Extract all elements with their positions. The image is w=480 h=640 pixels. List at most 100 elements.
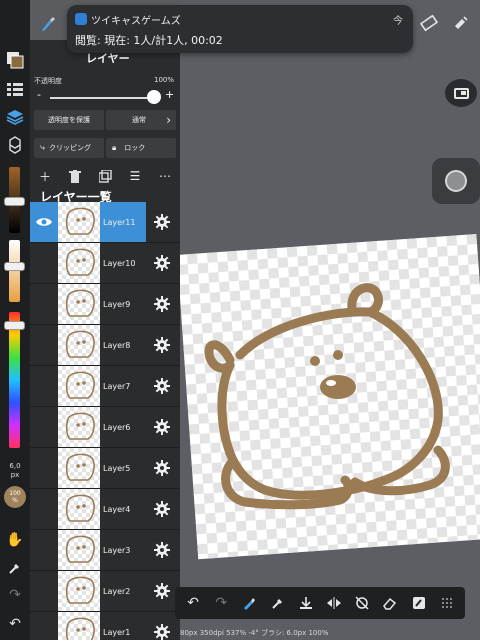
- layer-thumbnail: [58, 448, 100, 488]
- redo-icon[interactable]: ↷: [210, 592, 232, 614]
- layer-row[interactable]: Layer6: [30, 407, 180, 448]
- layer-name: Layer1: [103, 627, 131, 637]
- layer-settings-gear-icon[interactable]: [152, 417, 172, 437]
- eraser-icon[interactable]: [379, 592, 401, 614]
- opacity-slider-track[interactable]: [50, 97, 153, 99]
- layer-thumbnail: [58, 243, 100, 283]
- layer-row[interactable]: Layer10: [30, 243, 180, 284]
- left-toolbar: 6,0 px 100% ✋ ↷ ↶: [0, 0, 30, 640]
- notification-time: 今: [393, 16, 403, 27]
- layer-visibility-toggle[interactable]: [30, 366, 58, 406]
- flip-horizontal-icon[interactable]: [323, 592, 345, 614]
- opacity-decrease-button[interactable]: -: [37, 88, 41, 101]
- layer-settings-gear-icon[interactable]: [152, 253, 172, 273]
- layer-visibility-toggle[interactable]: [30, 571, 58, 611]
- brush-size-value: 6,0: [9, 462, 21, 470]
- eyedropper-icon[interactable]: [3, 556, 27, 580]
- notification-message: 閲覧: 現在: 1人/計1人, 00:02: [75, 34, 223, 47]
- layer-visibility-toggle[interactable]: [30, 325, 58, 365]
- blend-mode-select[interactable]: 通常 ›: [106, 110, 176, 130]
- materials-icon[interactable]: [3, 133, 27, 157]
- layer-row[interactable]: Layer5: [30, 448, 180, 489]
- layer-thumbnail: [58, 571, 100, 611]
- grid-menu-icon[interactable]: [436, 592, 458, 614]
- bear-drawing: [204, 283, 450, 510]
- navigator-toggle-button[interactable]: [445, 79, 477, 107]
- undo-icon[interactable]: ↶: [182, 592, 204, 614]
- lock-icon: 🔒︎: [112, 143, 117, 152]
- duplicate-layer-icon[interactable]: [96, 167, 114, 185]
- layer-settings-gear-icon[interactable]: [152, 622, 172, 640]
- layer-list-menu-icon[interactable]: ☰: [126, 167, 144, 185]
- layer-settings-gear-icon[interactable]: [152, 294, 172, 314]
- layer-row[interactable]: Layer8: [30, 325, 180, 366]
- quick-access-button[interactable]: [432, 158, 480, 204]
- hue-knob[interactable]: [4, 321, 25, 330]
- clipping-button[interactable]: ⤷ クリッピング: [34, 138, 104, 158]
- brush-opacity-value: 100: [9, 490, 21, 497]
- pen-tool-icon[interactable]: [238, 592, 260, 614]
- layer-visibility-toggle[interactable]: [30, 530, 58, 570]
- eye-icon: [35, 213, 53, 232]
- add-layer-icon[interactable]: ＋: [36, 167, 54, 185]
- edit-canvas-icon[interactable]: [408, 592, 430, 614]
- layer-row[interactable]: Layer4: [30, 489, 180, 530]
- layer-visibility-toggle[interactable]: [30, 202, 58, 242]
- layer-settings-gear-icon[interactable]: [152, 458, 172, 478]
- layer-visibility-toggle[interactable]: [30, 407, 58, 447]
- layer-settings-gear-icon[interactable]: [152, 376, 172, 396]
- layer-thumbnail: [58, 202, 100, 242]
- layer-row[interactable]: Layer1: [30, 612, 180, 640]
- layer-row[interactable]: Layer2: [30, 571, 180, 612]
- redo-icon[interactable]: ↷: [3, 583, 27, 607]
- saturation-knob[interactable]: [4, 262, 25, 271]
- layer-name: Layer10: [103, 258, 136, 268]
- layer-row[interactable]: Layer7: [30, 366, 180, 407]
- layer-row[interactable]: Layer11: [30, 202, 180, 243]
- layers-icon[interactable]: [3, 105, 27, 129]
- layer-name: Layer11: [100, 202, 146, 242]
- layer-name: Layer8: [103, 340, 131, 350]
- brightness-knob[interactable]: [4, 197, 25, 206]
- brush-opacity-unit: %: [12, 497, 18, 504]
- hand-tool-icon[interactable]: ✋: [3, 528, 27, 552]
- layer-thumbnail: [58, 530, 100, 570]
- save-download-icon[interactable]: [295, 592, 317, 614]
- saturation-bar[interactable]: [9, 240, 20, 302]
- layer-visibility-toggle[interactable]: [30, 284, 58, 324]
- protect-alpha-button[interactable]: 透明度を保護: [34, 110, 104, 130]
- more-tools-icon[interactable]: [450, 12, 472, 34]
- layers-list-icon[interactable]: [3, 78, 27, 102]
- brush-size-unit: px: [10, 471, 20, 479]
- layer-visibility-toggle[interactable]: [30, 448, 58, 488]
- layer-thumbnail: [58, 325, 100, 365]
- layer-visibility-toggle[interactable]: [30, 489, 58, 529]
- undo-icon[interactable]: ↶: [3, 612, 27, 636]
- opacity-slider-thumb[interactable]: [147, 90, 161, 104]
- layer-name: Layer6: [103, 422, 131, 432]
- lock-button[interactable]: 🔒︎ ロック: [106, 138, 176, 158]
- opacity-increase-button[interactable]: +: [165, 88, 174, 101]
- blend-mode-value: 通常: [132, 116, 146, 124]
- more-options-icon[interactable]: ⋯: [156, 167, 174, 185]
- layer-settings-gear-icon[interactable]: [152, 212, 172, 232]
- layer-settings-gear-icon[interactable]: [152, 540, 172, 560]
- layer-settings-gear-icon[interactable]: [152, 581, 172, 601]
- rotate-reset-icon[interactable]: [351, 592, 373, 614]
- notification-banner[interactable]: ツイキャスゲームズ 今 閲覧: 現在: 1人/計1人, 00:02: [67, 5, 413, 53]
- delete-layer-icon[interactable]: [66, 167, 84, 185]
- color-swatch-icon[interactable]: [3, 48, 27, 72]
- brush-opacity-button[interactable]: 100%: [4, 486, 26, 508]
- ruler-icon[interactable]: [418, 12, 440, 34]
- layer-thumbnail: [58, 284, 100, 324]
- navigator-icon: [453, 87, 469, 99]
- hue-bar[interactable]: [9, 312, 20, 448]
- layer-visibility-toggle[interactable]: [30, 243, 58, 283]
- layer-row[interactable]: Layer3: [30, 530, 180, 571]
- layer-visibility-toggle[interactable]: [30, 612, 58, 640]
- layer-settings-gear-icon[interactable]: [152, 335, 172, 355]
- layer-row[interactable]: Layer9: [30, 284, 180, 325]
- layer-settings-gear-icon[interactable]: [152, 499, 172, 519]
- brush-tool-icon[interactable]: [36, 12, 60, 36]
- eyedropper-icon[interactable]: [267, 592, 289, 614]
